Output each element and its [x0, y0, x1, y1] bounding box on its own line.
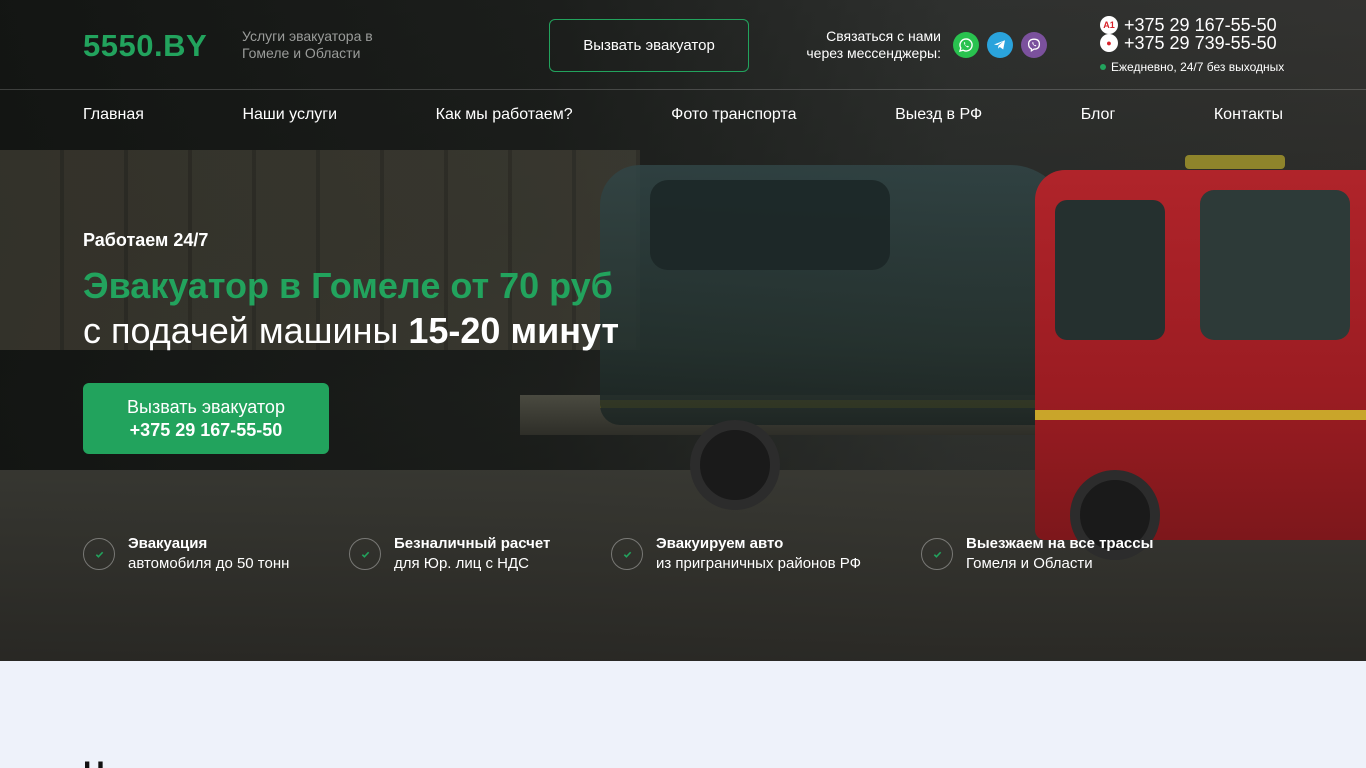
status-dot-icon	[1100, 64, 1106, 70]
working-hours-text: Ежедневно, 24/7 без выходных	[1111, 60, 1285, 74]
feature-title: Эвакуируем авто	[656, 535, 784, 552]
hero-call-button-phone: +375 29 167-55-50	[129, 419, 283, 440]
hero-title: Эвакуатор в Гомеле от 70 руб	[83, 265, 613, 306]
feature-title: Эвакуация	[128, 535, 208, 552]
site-logo[interactable]: 5550.BY	[83, 28, 207, 64]
background-truck-window	[1200, 190, 1350, 340]
site-header: 5550.BY Услуги эвакуатора в Гомеле и Обл…	[0, 0, 1366, 90]
nav-item-how-we-work[interactable]: Как мы работаем?	[436, 106, 573, 126]
viber-icon[interactable]	[1021, 32, 1047, 58]
hero-subtitle: с подачей машины 15-20 минут	[83, 310, 619, 352]
check-icon	[83, 538, 115, 570]
hero-eyebrow: Работаем 24/7	[83, 230, 209, 250]
main-nav: Главная Наши услуги Как мы работаем? Фот…	[83, 106, 1283, 126]
feature-desc: для Юр. лиц с НДС	[394, 555, 530, 572]
feature-item: Выезжаем на все трассы Гомеля и Области	[921, 535, 1153, 575]
hero-subtitle-prefix: с подачей машины	[83, 310, 409, 351]
nav-item-blog[interactable]: Блог	[1081, 106, 1116, 126]
working-hours: Ежедневно, 24/7 без выходных	[1100, 60, 1284, 74]
messengers-label: Связаться с нами через мессенджеры:	[806, 28, 941, 61]
hero-subtitle-bold: 15-20 минут	[408, 310, 620, 351]
hero-section: 5550.BY Услуги эвакуатора в Гомеле и Обл…	[0, 0, 1366, 661]
nav-item-home[interactable]: Главная	[83, 106, 144, 126]
feature-desc: из приграничных районов РФ	[656, 555, 862, 572]
phone-mts[interactable]: ● +375 29 739-55-50	[1100, 33, 1277, 54]
nav-item-photos[interactable]: Фото транспорта	[671, 106, 796, 126]
feature-desc: автомобиля до 50 тонн	[128, 555, 290, 572]
next-section-title: Н	[83, 756, 105, 768]
feature-item: Эвакуируем авто из приграничных районов Р…	[611, 535, 861, 575]
whatsapp-icon[interactable]	[953, 32, 979, 58]
hero-call-button[interactable]: Вызвать эвакуатор +375 29 167-55-50	[83, 383, 329, 454]
check-icon	[349, 538, 381, 570]
feature-desc: Гомеля и Области	[966, 555, 1093, 572]
telegram-icon[interactable]	[987, 32, 1013, 58]
mts-operator-icon: ●	[1100, 34, 1118, 52]
call-tow-truck-button[interactable]: Вызвать эвакуатор	[549, 19, 749, 72]
phone-number[interactable]: +375 29 739-55-50	[1124, 33, 1277, 54]
hero-call-button-label: Вызвать эвакуатор	[127, 396, 285, 417]
feature-item: Эвакуация автомобиля до 50 тонн	[83, 535, 289, 575]
background-wheel	[690, 420, 780, 510]
check-icon	[611, 538, 643, 570]
background-truck-stripe	[1035, 410, 1366, 420]
background-truck-lightbar	[1185, 155, 1285, 169]
nav-item-services[interactable]: Наши услуги	[242, 106, 337, 126]
site-tagline: Услуги эвакуатора в Гомеле и Области	[242, 28, 373, 61]
phone-a1[interactable]: A1 +375 29 167-55-50	[1100, 15, 1277, 35]
nav-item-russia-trips[interactable]: Выезд в РФ	[895, 106, 982, 126]
feature-title: Выезжаем на все трассы	[966, 535, 1154, 552]
nav-item-contacts[interactable]: Контакты	[1214, 106, 1283, 126]
feature-title: Безналичный расчет	[394, 535, 551, 552]
background-van-window	[650, 180, 890, 270]
feature-item: Безналичный расчет для Юр. лиц с НДС	[349, 535, 550, 575]
check-icon	[921, 538, 953, 570]
a1-operator-icon: A1	[1100, 16, 1118, 34]
background-truck-window	[1055, 200, 1165, 340]
